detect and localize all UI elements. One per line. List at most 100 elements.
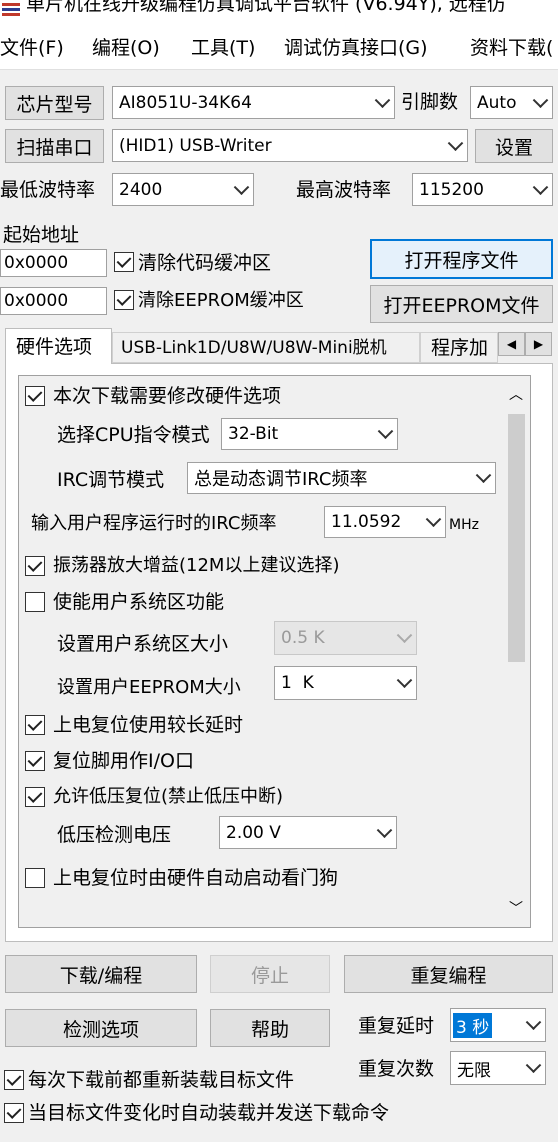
start-address-label: 起始地址 [3, 224, 80, 246]
auto-load-checkbox[interactable] [4, 1103, 24, 1123]
osc-gain-label: 振荡器放大增益(12M以上建议选择) [53, 555, 340, 576]
cpu-mode-value: 32-Bit [228, 424, 279, 444]
menu-bar: 文件(F) 编程(O) 工具(T) 调试仿真接口(G) 资料下载( [0, 26, 558, 70]
watchdog-label: 上电复位时由硬件自动启动看门狗 [53, 867, 339, 889]
clear-eeprom-label: 清除EEPROM缓冲区 [138, 290, 304, 311]
cpu-mode-label: 选择CPU指令模式 [57, 424, 210, 446]
reset-io-checkbox[interactable] [25, 751, 45, 771]
hardware-options-list: 本次下载需要修改硬件选项 选择CPU指令模式 32-Bit IRC调节模式 总是… [18, 375, 531, 928]
settings-button[interactable]: 设置 [475, 129, 553, 163]
repeat-program-button[interactable]: 重复编程 [344, 955, 553, 993]
pins-value: Auto [477, 92, 517, 113]
low-voltage-detect-value: 2.00 V [226, 822, 281, 843]
chevron-down-icon [475, 467, 492, 484]
low-voltage-reset-checkbox[interactable] [25, 787, 45, 807]
download-button[interactable]: 下载/编程 [5, 955, 197, 993]
menu-file[interactable]: 文件(F) [0, 36, 64, 60]
tab-scroll-right-button[interactable]: ▶ [525, 332, 552, 356]
irc-freq-value: 11.0592 [331, 512, 402, 532]
modify-hardware-checkbox[interactable] [25, 386, 45, 406]
scroll-up-icon[interactable]: ︿ [509, 384, 523, 404]
repeat-count-value: 无限 [457, 1060, 491, 1081]
tab-hardware-label: 硬件选项 [16, 336, 93, 358]
scrollbar-thumb[interactable] [508, 414, 525, 662]
tab-usb-link-label: USB-Link1D/U8W/U8W-Mini脱机 [121, 338, 387, 358]
low-voltage-detect-label: 低压检测电压 [57, 824, 172, 846]
user-eeprom-size-select[interactable]: 1 K [274, 666, 417, 700]
chevron-down-icon [525, 1057, 542, 1074]
irc-mode-select[interactable]: 总是动态调节IRC频率 [187, 462, 496, 494]
power-delay-checkbox[interactable] [25, 715, 45, 735]
max-baud-select[interactable]: 115200 [412, 173, 553, 206]
irc-freq-unit: MHz [449, 517, 479, 533]
max-baud-label: 最高波特率 [296, 179, 392, 201]
low-voltage-reset-label: 允许低压复位(禁止低压中断) [53, 786, 284, 807]
irc-mode-label: IRC调节模式 [57, 469, 165, 491]
chevron-down-icon [425, 511, 442, 528]
help-button[interactable]: 帮助 [210, 1009, 330, 1047]
min-baud-select[interactable]: 2400 [112, 173, 254, 206]
user-eeprom-size-label: 设置用户EEPROM大小 [57, 677, 241, 698]
repeat-count-label: 重复次数 [358, 1058, 435, 1080]
menu-program[interactable]: 编程(O) [92, 36, 160, 60]
user-system-label: 使能用户系统区功能 [53, 591, 225, 613]
user-system-size-label: 设置用户系统区大小 [57, 633, 229, 655]
title-bar: 单片机在线升级编程仿真调试平台软件 (V6.94Y), 远程仿 [0, 0, 558, 26]
chevron-down-icon [233, 178, 250, 195]
eeprom-address-input[interactable]: 0x0000 [0, 287, 107, 315]
tab-scroll-left-button[interactable]: ◀ [498, 332, 525, 356]
irc-freq-label: 输入用户程序运行时的IRC频率 [31, 513, 277, 534]
chip-model-button[interactable]: 芯片型号 [5, 86, 104, 120]
tab-program-add-label: 程序加 [431, 337, 489, 359]
clear-code-checkbox[interactable] [114, 252, 134, 272]
open-eeprom-button[interactable]: 打开EEPROM文件 [370, 285, 553, 323]
tab-program-add[interactable]: 程序加 [420, 332, 498, 363]
stop-button[interactable]: 停止 [210, 955, 330, 993]
pins-label: 引脚数 [401, 91, 459, 113]
menu-debug[interactable]: 调试仿真接口(G) [284, 36, 428, 60]
chevron-right-icon: ▶ [533, 337, 544, 351]
modify-hardware-label: 本次下载需要修改硬件选项 [53, 385, 282, 407]
irc-freq-select[interactable]: 11.0592 [324, 506, 446, 538]
user-system-size-select[interactable]: 0.5 K [274, 621, 417, 655]
scan-port-button[interactable]: 扫描串口 [5, 129, 104, 163]
chevron-down-icon [377, 423, 394, 440]
port-value: (HID1) USB-Writer [119, 135, 272, 156]
user-system-checkbox[interactable] [25, 592, 45, 612]
chevron-down-icon [374, 91, 391, 108]
reload-target-checkbox[interactable] [4, 1070, 24, 1090]
reset-io-label: 复位脚用作I/O口 [53, 750, 194, 772]
clear-eeprom-checkbox[interactable] [114, 290, 134, 310]
scroll-down-icon[interactable]: ﹀ [509, 898, 523, 918]
chevron-down-icon [396, 672, 413, 689]
cpu-mode-select[interactable]: 32-Bit [221, 418, 398, 450]
power-delay-label: 上电复位使用较长延时 [53, 714, 244, 736]
low-voltage-detect-select[interactable]: 2.00 V [219, 816, 397, 849]
chevron-down-icon [376, 821, 393, 838]
chevron-down-icon [532, 178, 549, 195]
app-icon [2, 2, 20, 16]
repeat-count-select[interactable]: 无限 [450, 1051, 546, 1085]
options-scrollbar[interactable]: ︿ ﹀ [503, 376, 530, 927]
pins-select[interactable]: Auto [470, 86, 553, 119]
menu-tools[interactable]: 工具(T) [191, 36, 255, 60]
user-system-size-value: 0.5 K [281, 628, 325, 648]
chip-model-select[interactable]: AI8051U-34K64 [112, 86, 395, 119]
tab-usb-link[interactable]: USB-Link1D/U8W/U8W-Mini脱机 [112, 332, 420, 363]
repeat-delay-value: 3 秒 [453, 1012, 493, 1038]
repeat-delay-select[interactable]: 3 秒 [450, 1008, 546, 1042]
chevron-down-icon [525, 1014, 542, 1031]
user-eeprom-size-value: 1 K [281, 673, 314, 693]
menu-download[interactable]: 资料下载( [470, 36, 553, 60]
repeat-delay-label: 重复延时 [358, 1015, 435, 1037]
watchdog-checkbox[interactable] [25, 868, 45, 888]
osc-gain-checkbox[interactable] [25, 556, 45, 576]
max-baud-value: 115200 [419, 179, 484, 200]
code-address-input[interactable]: 0x0000 [0, 249, 107, 277]
detect-options-button[interactable]: 检测选项 [5, 1009, 197, 1047]
open-program-button[interactable]: 打开程序文件 [370, 239, 553, 279]
port-select[interactable]: (HID1) USB-Writer [112, 129, 468, 162]
clear-code-label: 清除代码缓冲区 [138, 252, 272, 274]
tab-hardware[interactable]: 硬件选项 [5, 328, 112, 364]
chip-model-value: AI8051U-34K64 [119, 92, 252, 113]
